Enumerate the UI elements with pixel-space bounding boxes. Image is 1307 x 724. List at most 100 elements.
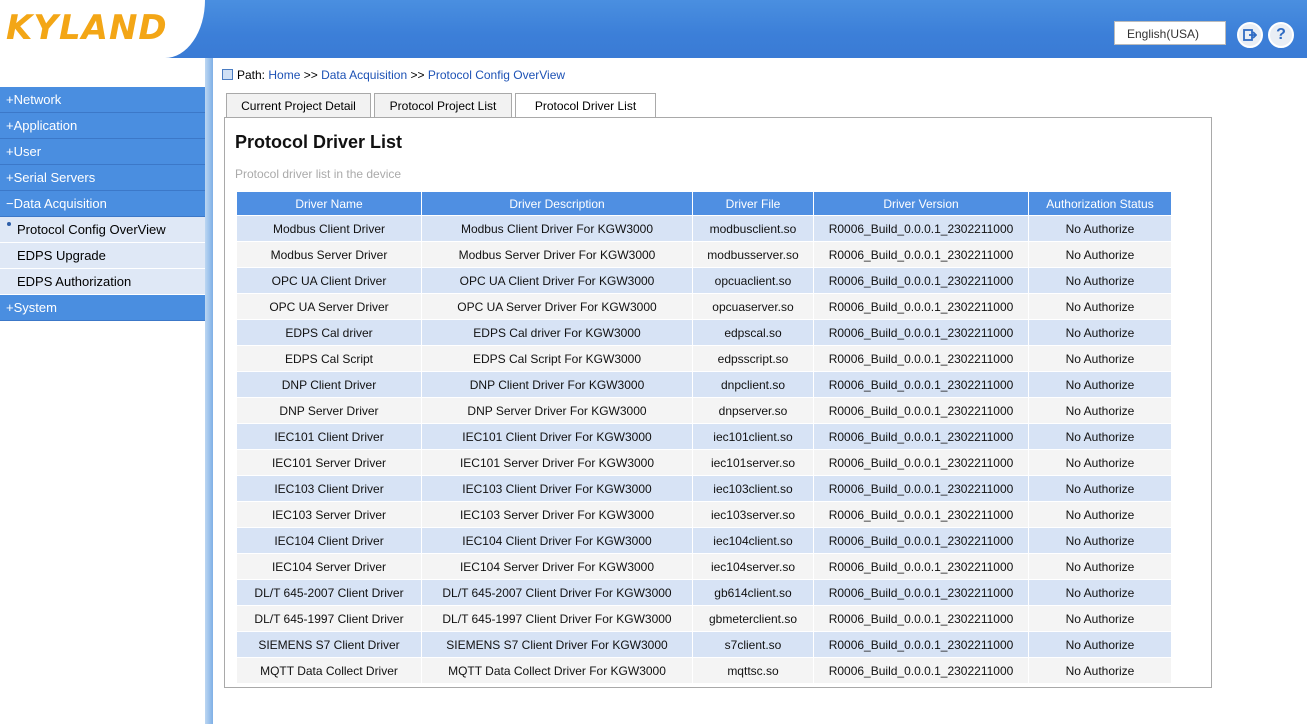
authorization-status-cell: No Authorize <box>1028 371 1172 398</box>
authorization-status-cell: No Authorize <box>1028 423 1172 450</box>
driver-file-cell: gb614client.so <box>692 579 814 606</box>
breadcrumb-current-page[interactable]: Protocol Config OverView <box>428 68 565 82</box>
driver-description-cell: OPC UA Client Driver For KGW3000 <box>421 267 693 294</box>
driver-file-cell: s7client.so <box>692 631 814 658</box>
driver-description-cell: IEC103 Client Driver For KGW3000 <box>421 475 693 502</box>
driver-name-cell: DNP Server Driver <box>236 397 422 424</box>
driver-description-cell: IEC101 Server Driver For KGW3000 <box>421 449 693 476</box>
sidebar-subitem-protocol-config-overview[interactable]: Protocol Config OverView <box>0 217 205 243</box>
path-prefix: Path: <box>237 68 266 82</box>
table-row[interactable]: DNP Server Driver DNP Server Driver For K… <box>236 397 1172 424</box>
authorization-status-cell: No Authorize <box>1028 215 1172 242</box>
breadcrumb-home-link[interactable]: Home <box>268 68 300 82</box>
driver-description-cell: IEC104 Client Driver For KGW3000 <box>421 527 693 554</box>
sidebar-item-serial-servers[interactable]: +Serial Servers <box>0 165 205 191</box>
table-row[interactable]: Modbus Client Driver Modbus Client Driver… <box>236 215 1172 242</box>
page-title: Protocol Driver List <box>235 132 403 152</box>
table-row[interactable]: IEC104 Client Driver IEC104 Client Driver… <box>236 527 1172 554</box>
tab-protocol-driver-list[interactable]: Protocol Driver List <box>515 93 656 118</box>
table-row[interactable]: DL/T 645-1997 Client Driver DL/T 645-1997… <box>236 605 1172 632</box>
table-header-row: Driver Name Driver Description Driver Fi… <box>236 191 1172 216</box>
authorization-status-cell: No Authorize <box>1028 475 1172 502</box>
column-header-driver-description: Driver Description <box>421 191 693 216</box>
language-select[interactable]: English(USA) <box>1114 21 1226 45</box>
sidebar-subitem-edps-authorization[interactable]: EDPS Authorization <box>0 269 205 295</box>
driver-name-cell: EDPS Cal driver <box>236 319 422 346</box>
driver-file-cell: iec104client.so <box>692 527 814 554</box>
driver-file-cell: iec103server.so <box>692 501 814 528</box>
driver-name-cell: IEC101 Client Driver <box>236 423 422 450</box>
driver-description-cell: DNP Client Driver For KGW3000 <box>421 371 693 398</box>
authorization-status-cell: No Authorize <box>1028 345 1172 372</box>
driver-name-cell: IEC103 Server Driver <box>236 501 422 528</box>
driver-name-cell: MQTT Data Collect Driver <box>236 657 422 684</box>
driver-description-cell: IEC101 Client Driver For KGW3000 <box>421 423 693 450</box>
driver-table: Driver Name Driver Description Driver Fi… <box>236 191 1172 684</box>
driver-name-cell: OPC UA Server Driver <box>236 293 422 320</box>
driver-description-cell: EDPS Cal Script For KGW3000 <box>421 345 693 372</box>
table-row[interactable]: IEC103 Client Driver IEC103 Client Driver… <box>236 475 1172 502</box>
table-row[interactable]: IEC104 Server Driver IEC104 Server Driver… <box>236 553 1172 580</box>
driver-name-cell: OPC UA Client Driver <box>236 267 422 294</box>
authorization-status-cell: No Authorize <box>1028 241 1172 268</box>
column-header-driver-version: Driver Version <box>813 191 1029 216</box>
sidebar-item-system[interactable]: +System <box>0 295 205 321</box>
driver-file-cell: gbmeterclient.so <box>692 605 814 632</box>
driver-description-cell: SIEMENS S7 Client Driver For KGW3000 <box>421 631 693 658</box>
column-header-driver-name: Driver Name <box>236 191 422 216</box>
authorization-status-cell: No Authorize <box>1028 657 1172 684</box>
driver-name-cell: DNP Client Driver <box>236 371 422 398</box>
driver-description-cell: IEC103 Server Driver For KGW3000 <box>421 501 693 528</box>
driver-file-cell: dnpserver.so <box>692 397 814 424</box>
driver-name-cell: IEC103 Client Driver <box>236 475 422 502</box>
driver-description-cell: OPC UA Server Driver For KGW3000 <box>421 293 693 320</box>
tab-current-project-detail[interactable]: Current Project Detail <box>226 93 371 117</box>
table-row[interactable]: SIEMENS S7 Client Driver SIEMENS S7 Clien… <box>236 631 1172 658</box>
driver-version-cell: R0006_Build_0.0.0.1_2302211000 <box>813 449 1029 476</box>
driver-version-cell: R0006_Build_0.0.0.1_2302211000 <box>813 293 1029 320</box>
table-row[interactable]: DL/T 645-2007 Client Driver DL/T 645-2007… <box>236 579 1172 606</box>
help-icon[interactable]: ? <box>1268 22 1294 48</box>
driver-file-cell: opcuaserver.so <box>692 293 814 320</box>
driver-file-cell: mqttsc.so <box>692 657 814 684</box>
kyland-logo: KYLAND <box>6 8 168 48</box>
driver-version-cell: R0006_Build_0.0.0.1_2302211000 <box>813 423 1029 450</box>
logout-icon[interactable] <box>1237 22 1263 48</box>
sidebar-item-network[interactable]: +Network <box>0 87 205 113</box>
table-row[interactable]: IEC103 Server Driver IEC103 Server Driver… <box>236 501 1172 528</box>
driver-version-cell: R0006_Build_0.0.0.1_2302211000 <box>813 241 1029 268</box>
driver-file-cell: iec101server.so <box>692 449 814 476</box>
driver-version-cell: R0006_Build_0.0.0.1_2302211000 <box>813 657 1029 684</box>
table-row[interactable]: EDPS Cal Script EDPS Cal Script For KGW30… <box>236 345 1172 372</box>
breadcrumb-section-link[interactable]: Data Acquisition <box>321 68 407 82</box>
driver-file-cell: iec101client.so <box>692 423 814 450</box>
table-row[interactable]: MQTT Data Collect Driver MQTT Data Collec… <box>236 657 1172 684</box>
table-row[interactable]: IEC101 Client Driver IEC101 Client Driver… <box>236 423 1172 450</box>
table-row[interactable]: DNP Client Driver DNP Client Driver For K… <box>236 371 1172 398</box>
table-row[interactable]: OPC UA Server Driver OPC UA Server Driver… <box>236 293 1172 320</box>
authorization-status-cell: No Authorize <box>1028 319 1172 346</box>
sidebar-item-user[interactable]: +User <box>0 139 205 165</box>
authorization-status-cell: No Authorize <box>1028 449 1172 476</box>
authorization-status-cell: No Authorize <box>1028 293 1172 320</box>
driver-version-cell: R0006_Build_0.0.0.1_2302211000 <box>813 553 1029 580</box>
driver-name-cell: Modbus Server Driver <box>236 241 422 268</box>
table-row[interactable]: EDPS Cal driver EDPS Cal driver For KGW30… <box>236 319 1172 346</box>
table-row[interactable]: IEC101 Server Driver IEC101 Server Driver… <box>236 449 1172 476</box>
driver-version-cell: R0006_Build_0.0.0.1_2302211000 <box>813 397 1029 424</box>
driver-description-cell: DL/T 645-2007 Client Driver For KGW3000 <box>421 579 693 606</box>
logo-area: KYLAND <box>0 0 205 58</box>
driver-file-cell: iec104server.so <box>692 553 814 580</box>
driver-version-cell: R0006_Build_0.0.0.1_2302211000 <box>813 631 1029 658</box>
driver-description-cell: IEC104 Server Driver For KGW3000 <box>421 553 693 580</box>
sidebar-item-data-acquisition[interactable]: −Data Acquisition <box>0 191 205 217</box>
driver-version-cell: R0006_Build_0.0.0.1_2302211000 <box>813 527 1029 554</box>
sidebar-subitem-edps-upgrade[interactable]: EDPS Upgrade <box>0 243 205 269</box>
driver-name-cell: EDPS Cal Script <box>236 345 422 372</box>
table-row[interactable]: OPC UA Client Driver OPC UA Client Driver… <box>236 267 1172 294</box>
tab-protocol-project-list[interactable]: Protocol Project List <box>374 93 512 117</box>
sidebar-item-application[interactable]: +Application <box>0 113 205 139</box>
table-row[interactable]: Modbus Server Driver Modbus Server Driver… <box>236 241 1172 268</box>
top-header: KYLAND English(USA) ? <box>0 0 1307 58</box>
breadcrumb: Path: Home >> Data Acquisition >> Protoc… <box>222 68 565 82</box>
